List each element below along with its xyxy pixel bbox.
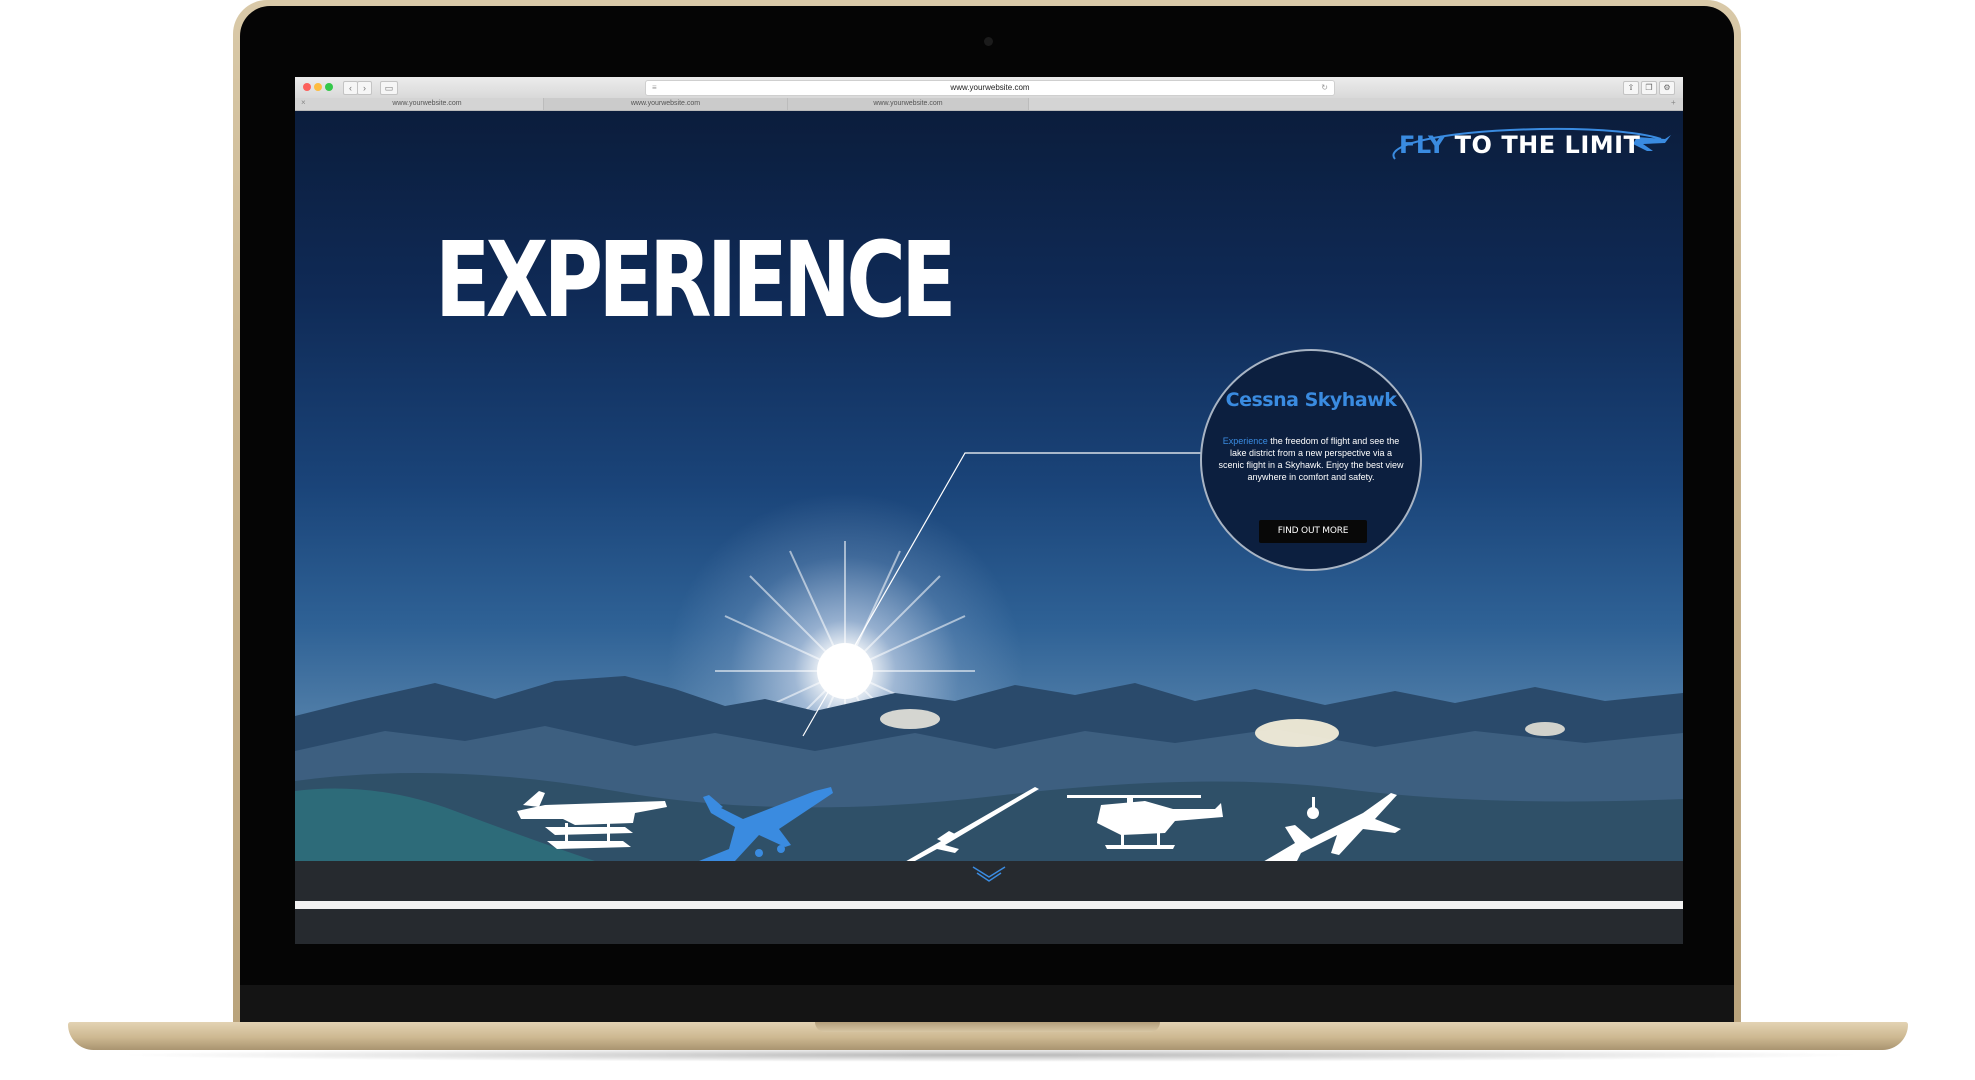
site-logo[interactable]: FLY TO THE LIMIT (1381, 119, 1671, 171)
laptop-shadow (110, 1048, 1870, 1062)
jet-plane-icon[interactable] (1255, 783, 1415, 873)
back-button[interactable]: ‹ (343, 81, 358, 95)
forward-button[interactable]: › (357, 81, 372, 95)
card-description: Experience the freedom of flight and see… (1218, 435, 1404, 483)
tab-label: www.yourwebsite.com (392, 100, 462, 107)
tab-label: www.yourwebsite.com (630, 100, 701, 107)
glider-icon[interactable] (885, 783, 1045, 873)
tab-2[interactable]: www.yourwebsite.com (544, 98, 788, 110)
tab-1[interactable]: www.yourwebsite.com (311, 98, 544, 110)
reader-icon[interactable]: ≡ (652, 81, 657, 95)
card-highlight: Experience (1222, 436, 1268, 446)
find-out-more-button[interactable]: FIND OUT MORE (1259, 520, 1367, 543)
address-text: www.yourwebsite.com (950, 83, 1030, 92)
minimize-window-button[interactable] (314, 83, 322, 91)
tab-3[interactable]: www.yourwebsite.com (788, 98, 1029, 110)
seaplane-icon[interactable] (515, 783, 675, 873)
close-window-button[interactable] (303, 83, 311, 91)
screen: ‹ › ▭ ≡ www.yourwebsite.com ↻ ⇧ ❐ ⚙ × ww… (295, 77, 1683, 944)
aircraft-info-card: Cessna Skyhawk Experience the freedom of… (1200, 349, 1422, 571)
address-bar[interactable]: ≡ www.yourwebsite.com ↻ (645, 80, 1335, 96)
logo-text: FLY TO THE LIMIT (1399, 131, 1640, 159)
callout-pointer (802, 452, 1210, 737)
zoom-window-button[interactable] (325, 83, 333, 91)
page-headline: EXPERIENCE (435, 219, 957, 341)
camera-icon (984, 37, 993, 46)
tab-label: www.yourwebsite.com (873, 100, 943, 107)
logo-to-the-limit: TO THE LIMIT (1445, 131, 1641, 159)
sidebar-toggle-icon[interactable]: ▭ (380, 81, 398, 95)
close-tab-icon[interactable]: × (301, 98, 306, 107)
chevron-down-icon[interactable] (969, 863, 1009, 885)
reload-icon[interactable]: ↻ (1321, 81, 1328, 95)
logo-fly: FLY (1399, 131, 1446, 159)
helicopter-icon[interactable] (1065, 783, 1225, 873)
settings-icon[interactable]: ⚙ (1659, 81, 1675, 95)
tab-bar: × www.yourwebsite.com www.yourwebsite.co… (295, 98, 1683, 111)
browser-toolbar: ‹ › ▭ ≡ www.yourwebsite.com ↻ ⇧ ❐ ⚙ (295, 77, 1683, 99)
webpage: FLY TO THE LIMIT EXPERIENCE Cessna Skyha… (295, 111, 1683, 944)
share-icon[interactable]: ⇧ (1623, 81, 1639, 95)
tabs-overview-icon[interactable]: ❐ (1641, 81, 1657, 95)
laptop-notch (815, 1022, 1160, 1032)
new-tab-icon[interactable]: + (1671, 98, 1676, 107)
screen-bottom-edge (295, 901, 1683, 909)
card-title: Cessna Skyhawk (1225, 389, 1397, 411)
cessna-icon[interactable] (695, 783, 855, 873)
